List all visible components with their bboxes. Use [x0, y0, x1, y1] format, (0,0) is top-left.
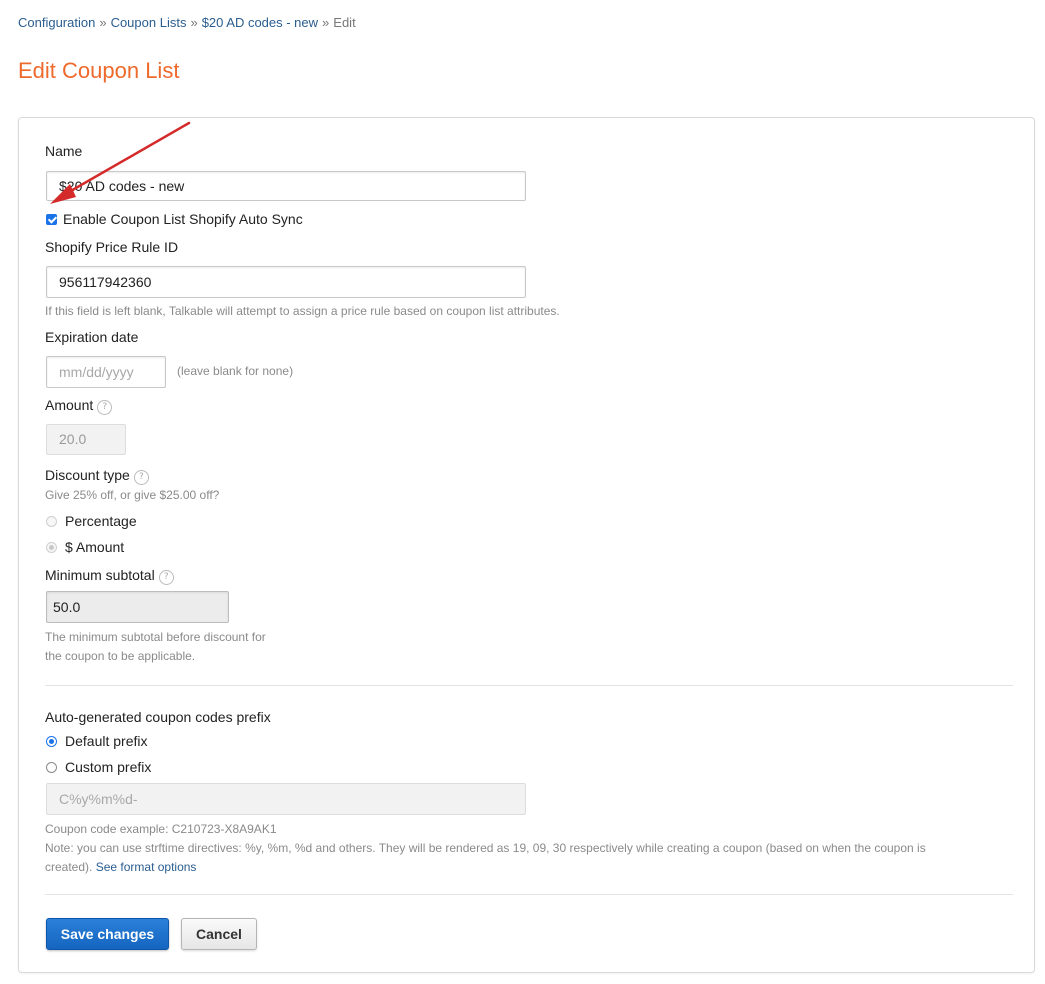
- custom-prefix-input: C%y%m%d-: [46, 783, 526, 815]
- expiration-label: Expiration date: [45, 329, 139, 345]
- amount-label: Amount?: [45, 397, 113, 415]
- cancel-button[interactable]: Cancel: [181, 918, 257, 950]
- breadcrumb-separator: »: [322, 15, 330, 30]
- minimum-subtotal-label-text: Minimum subtotal: [45, 567, 155, 583]
- amount-input: 20.0: [46, 424, 126, 455]
- discount-type-label-text: Discount type: [45, 467, 130, 483]
- discount-type-label: Discount type?: [45, 467, 149, 485]
- breadcrumb-coupon-list[interactable]: $20 AD codes - new: [202, 15, 318, 30]
- breadcrumb: Configuration» Coupon Lists» $20 AD codes …: [18, 15, 356, 30]
- breadcrumb-separator: »: [190, 15, 198, 30]
- default-prefix-radio[interactable]: [46, 736, 57, 747]
- minimum-subtotal-help: The minimum subtotal before discount for…: [45, 628, 266, 666]
- breadcrumb-coupon-lists[interactable]: Coupon Lists: [111, 15, 187, 30]
- section-divider: [45, 685, 1013, 686]
- question-icon[interactable]: ?: [133, 470, 149, 485]
- question-icon[interactable]: ?: [97, 400, 113, 415]
- minimum-subtotal-help-line: the coupon to be applicable.: [45, 649, 196, 663]
- default-prefix-label: Default prefix: [65, 733, 148, 749]
- coupon-code-example: Coupon code example: C210723-X8A9AK1: [45, 822, 277, 836]
- discount-type-help: Give 25% off, or give $25.00 off?: [45, 488, 220, 502]
- custom-prefix-label: Custom prefix: [65, 759, 152, 775]
- format-options-link[interactable]: See format options: [96, 860, 197, 874]
- minimum-subtotal-label: Minimum subtotal?: [45, 567, 174, 585]
- section-divider: [45, 894, 1013, 895]
- auto-sync-label: Enable Coupon List Shopify Auto Sync: [63, 211, 303, 227]
- expiration-date-input[interactable]: mm/dd/yyyy: [46, 356, 166, 388]
- percentage-radio: [46, 516, 57, 527]
- price-rule-help: If this field is left blank, Talkable wi…: [45, 304, 560, 318]
- custom-prefix-radio[interactable]: [46, 762, 57, 773]
- breadcrumb-configuration[interactable]: Configuration: [18, 15, 95, 30]
- minimum-subtotal-input[interactable]: 50.0: [46, 591, 229, 623]
- prefix-label: Auto-generated coupon codes prefix: [45, 709, 271, 725]
- edit-coupon-list-form: Name $20 AD codes - new Enable Coupon Li…: [18, 117, 1035, 973]
- breadcrumb-current: Edit: [333, 15, 356, 30]
- strftime-note-text: created).: [45, 860, 93, 874]
- question-icon[interactable]: ?: [158, 570, 174, 585]
- price-rule-label: Shopify Price Rule ID: [45, 239, 179, 255]
- page-title: Edit Coupon List: [18, 58, 180, 83]
- amount-option-label: $ Amount: [65, 539, 125, 555]
- amount-radio: [46, 542, 57, 553]
- percentage-label: Percentage: [65, 513, 137, 529]
- name-label: Name: [45, 143, 83, 159]
- price-rule-input[interactable]: 956117942360: [46, 266, 526, 298]
- strftime-note: Note: you can use strftime directives: %…: [45, 839, 1015, 877]
- amount-label-text: Amount: [45, 397, 94, 413]
- name-input[interactable]: $20 AD codes - new: [46, 171, 526, 201]
- strftime-note-text: Note: you can use strftime directives: %…: [45, 841, 926, 855]
- breadcrumb-separator: »: [99, 15, 107, 30]
- minimum-subtotal-help-line: The minimum subtotal before discount for: [45, 630, 266, 644]
- expiration-hint: (leave blank for none): [177, 364, 294, 378]
- auto-sync-checkbox[interactable]: [46, 214, 57, 225]
- prefix-help: Coupon code example: C210723-X8A9AK1 Not…: [45, 820, 1015, 877]
- save-changes-button[interactable]: Save changes: [46, 918, 169, 950]
